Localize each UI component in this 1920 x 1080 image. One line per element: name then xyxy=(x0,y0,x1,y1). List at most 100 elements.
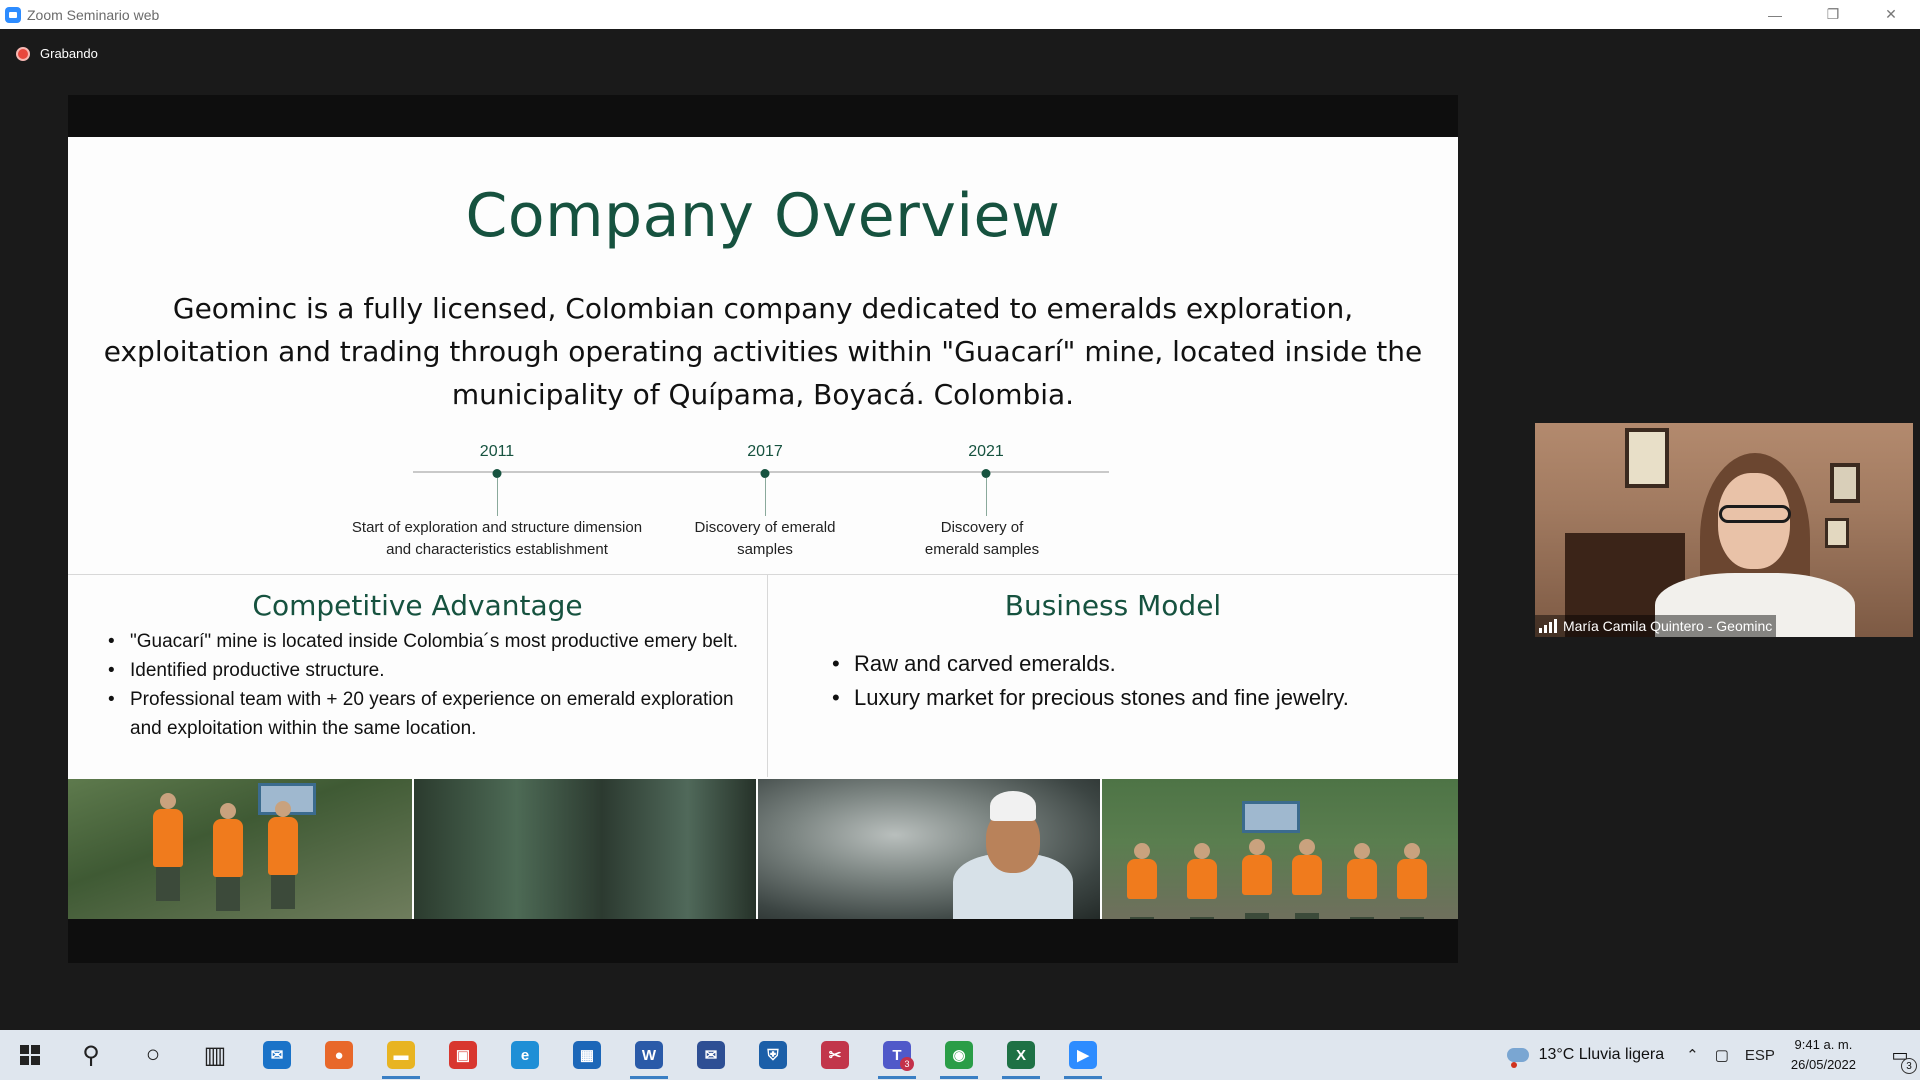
business-model-list: Raw and carved emeralds. Luxury market f… xyxy=(832,647,1432,715)
photo-team-at-mine xyxy=(1102,779,1458,919)
taskbar-firefox[interactable]: ● xyxy=(308,1030,370,1080)
list-item: Raw and carved emeralds. xyxy=(832,647,1432,681)
wall-frame xyxy=(1830,463,1860,503)
miner-figure xyxy=(1347,843,1377,919)
show-hidden-icons[interactable]: ⌃ xyxy=(1686,1046,1699,1064)
file-explorer-icon: ▬ xyxy=(387,1041,415,1069)
notification-center-button[interactable]: ▭ 3 xyxy=(1880,1030,1920,1080)
taskbar-snipping-tool[interactable]: ✂ xyxy=(804,1030,866,1080)
weather-widget[interactable]: 13°C Lluvia ligera xyxy=(1506,1046,1665,1068)
clock-time: 9:41 a. m. xyxy=(1794,1037,1853,1052)
mail-sync-icon: ✉ xyxy=(697,1041,725,1069)
close-button[interactable]: ✕ xyxy=(1862,0,1920,29)
recording-label: Grabando xyxy=(40,46,98,61)
cortana-icon: ○ xyxy=(145,1041,161,1068)
photo-mine-tunnel xyxy=(414,779,758,919)
signal-strength-icon xyxy=(1539,619,1557,633)
zoom-icon: ▶ xyxy=(1069,1041,1097,1069)
clock[interactable]: 9:41 a. m. 26/05/2022 xyxy=(1791,1035,1856,1075)
timeline-text-line: Start of exploration and structure dimen… xyxy=(351,519,643,536)
timeline-text: Discovery of emerald samples xyxy=(925,517,1039,561)
window-title-bar: Zoom Seminario web — ❐ ✕ xyxy=(0,0,1920,29)
miner-figure xyxy=(1242,839,1272,919)
photo-miners-at-mine-entrance xyxy=(68,779,414,919)
timeline-stem xyxy=(986,478,987,516)
timeline-stem xyxy=(765,478,766,516)
timeline-year: 2021 xyxy=(968,443,1004,460)
taskbar-word[interactable]: W xyxy=(618,1030,680,1080)
taskbar-mail-sync[interactable]: ✉ xyxy=(680,1030,742,1080)
teams-badge: 3 xyxy=(900,1057,914,1071)
list-item: Luxury market for precious stones and fi… xyxy=(832,681,1432,715)
business-model-title: Business Model xyxy=(1004,589,1222,622)
competitive-advantage-title: Competitive Advantage xyxy=(252,589,583,622)
miner-figure xyxy=(1292,839,1322,919)
search-icon: ⚲ xyxy=(82,1041,100,1069)
notification-count: 3 xyxy=(1901,1058,1917,1074)
hard-hat xyxy=(990,791,1036,821)
taskbar-cortana[interactable]: ○ xyxy=(122,1030,184,1080)
timeline-text-line: Discovery of emerald xyxy=(694,519,836,536)
weather-text: 13°C Lluvia ligera xyxy=(1538,1046,1665,1063)
timeline-stem xyxy=(497,478,498,516)
restore-button[interactable]: ❐ xyxy=(1804,0,1862,29)
list-item: Identified productive structure. xyxy=(108,656,758,685)
miner-figure xyxy=(1397,843,1427,919)
list-item: Professional team with + 20 years of exp… xyxy=(108,685,758,743)
timeline-text-line: Discovery of xyxy=(940,519,1024,536)
timeline-text-line: samples xyxy=(737,541,793,558)
excel-icon: X xyxy=(1007,1041,1035,1069)
presentation-slide: Company Overview Geominc is a fully lice… xyxy=(68,137,1458,919)
timeline-dot xyxy=(981,469,991,478)
taskbar-excel[interactable]: X xyxy=(990,1030,1052,1080)
edge-icon: e xyxy=(511,1041,539,1069)
window-controls: — ❐ ✕ xyxy=(1746,0,1920,29)
taskbar-apps: ⚲ ○ ▥ ✉ ● ▬ ▣ e ▦ W ✉ ⛨ ✂ T 3 ◉ X ▶ xyxy=(60,1030,1114,1080)
taskbar-chrome[interactable]: ◉ xyxy=(928,1030,990,1080)
timeline-dot xyxy=(492,469,502,478)
taskbar-mail[interactable]: ✉ xyxy=(246,1030,308,1080)
mail-icon: ✉ xyxy=(263,1041,291,1069)
taskbar-edge[interactable]: e xyxy=(494,1030,556,1080)
zoom-app-icon xyxy=(5,6,21,23)
gift-icon: ▣ xyxy=(449,1041,477,1069)
rain-cloud-icon xyxy=(1506,1048,1529,1068)
taskbar-shield[interactable]: ⛨ xyxy=(742,1030,804,1080)
miner-figure xyxy=(268,801,298,909)
language-indicator[interactable]: ESP xyxy=(1745,1047,1775,1064)
timeline-text: Discovery of emerald samples xyxy=(695,517,836,561)
taskbar-search[interactable]: ⚲ xyxy=(60,1030,122,1080)
timeline-dot xyxy=(760,469,770,478)
taskbar-teams[interactable]: T3 xyxy=(866,1030,928,1080)
meet-now-icon[interactable]: ▢ xyxy=(1715,1046,1729,1064)
timeline-text-line: and characteristics establishment xyxy=(386,541,608,558)
shared-screen: Company Overview Geominc is a fully lice… xyxy=(68,95,1458,963)
store-icon: ▦ xyxy=(573,1041,601,1069)
taskbar-file-explorer[interactable]: ▬ xyxy=(370,1030,432,1080)
minimize-button[interactable]: — xyxy=(1746,0,1804,29)
wall-frame xyxy=(1825,518,1849,548)
snipping-tool-icon: ✂ xyxy=(821,1041,849,1069)
word-icon: W xyxy=(635,1041,663,1069)
taskbar-store[interactable]: ▦ xyxy=(556,1030,618,1080)
miner-figure xyxy=(1127,843,1157,919)
competitive-advantage-list: "Guacarí" mine is located inside Colombi… xyxy=(108,627,758,743)
taskbar-zoom[interactable]: ▶ xyxy=(1052,1030,1114,1080)
photo-strip xyxy=(68,779,1458,919)
participant-video[interactable]: María Camila Quintero - Geominc xyxy=(1535,423,1913,637)
timeline-year: 2017 xyxy=(747,443,783,460)
mine-sign xyxy=(1242,801,1300,833)
task-view-icon: ▥ xyxy=(203,1041,227,1069)
recording-indicator[interactable]: Grabando xyxy=(16,46,98,61)
firefox-icon: ● xyxy=(325,1041,353,1069)
windows-icon xyxy=(20,1045,40,1065)
photo-miner-in-tunnel xyxy=(758,779,1102,919)
slide-title: Company Overview xyxy=(465,181,1061,251)
window-title: Zoom Seminario web xyxy=(27,6,160,23)
taskbar-task-view[interactable]: ▥ xyxy=(184,1030,246,1080)
taskbar-gift[interactable]: ▣ xyxy=(432,1030,494,1080)
start-button[interactable] xyxy=(0,1030,60,1080)
participant-glasses xyxy=(1719,505,1791,523)
miner-figure xyxy=(213,803,243,911)
miner-figure xyxy=(153,793,183,901)
